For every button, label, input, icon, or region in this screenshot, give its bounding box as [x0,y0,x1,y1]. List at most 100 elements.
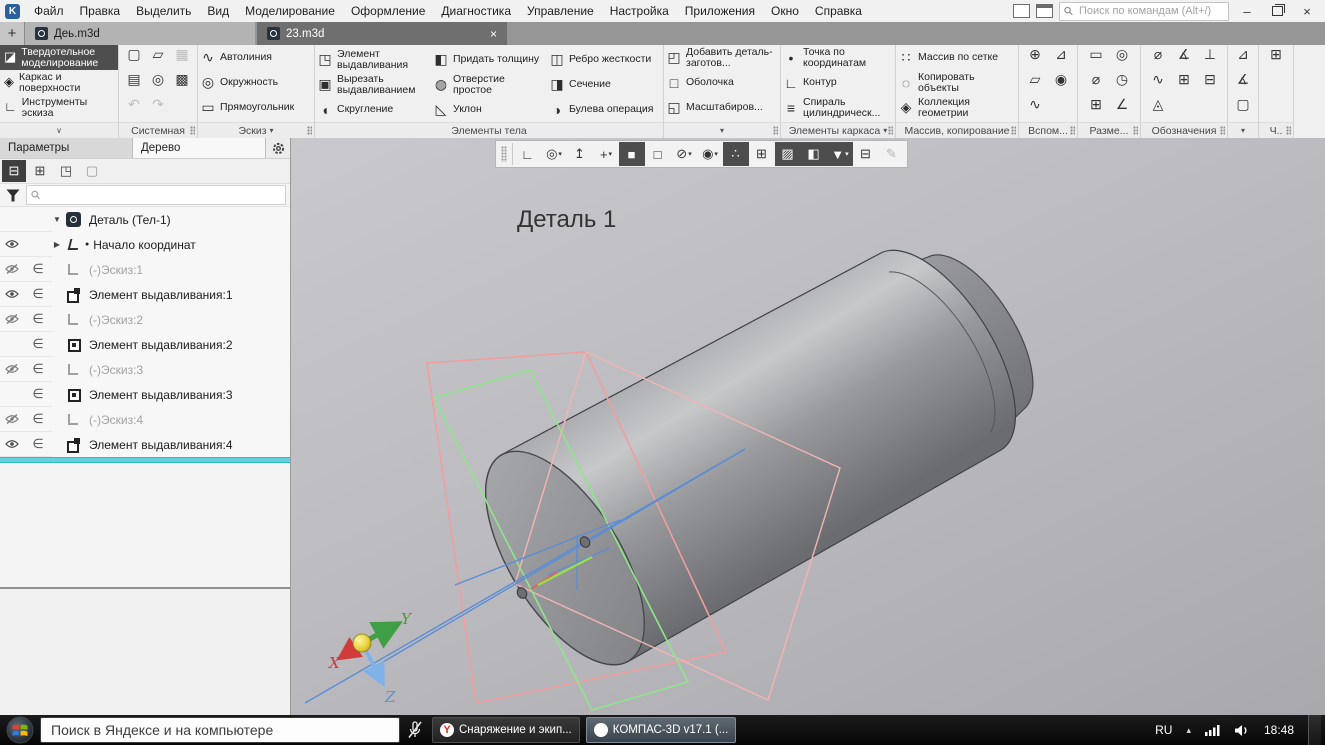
viewport-tool-button[interactable]: ◉ ▾ [697,142,723,166]
language-indicator[interactable]: RU [1155,723,1172,737]
viewport-tool-button[interactable]: ↥ [567,142,593,166]
ribbon-tool[interactable]: □ Оболочка [666,70,734,95]
caret-down-icon[interactable]: ▾ [1241,126,1245,135]
tab-tree[interactable]: Дерево [133,138,265,158]
system-tool-icon[interactable]: ▢ [122,46,146,63]
system-tool-icon[interactable]: ↷ [146,96,170,113]
visibility-toggle[interactable] [0,382,24,407]
aux-tool-icon[interactable]: ⊕ [1022,46,1048,63]
notation-tool-icon[interactable]: ⊞ [1171,71,1197,88]
tray-expand-icon[interactable]: ▴ [1186,725,1191,736]
tree-row[interactable]: ▶ ● Начало координат [0,232,290,257]
grip-icon[interactable] [1286,126,1291,135]
menu-item[interactable]: Настройка [602,2,677,20]
viewport-tool-button[interactable]: ■ [619,142,645,166]
caret-down-icon[interactable]: ▾ [609,150,613,158]
dimension-tool-icon[interactable]: ◎ [1109,46,1135,63]
parts-tool-icon[interactable]: ⊞ [1263,46,1289,63]
start-button[interactable] [6,716,34,744]
notation-tool-icon[interactable]: ∿ [1145,71,1171,88]
menu-item[interactable]: Диагностика [433,2,519,20]
grip-icon[interactable] [1133,126,1138,135]
condition-tool-icon[interactable]: ∡ [1230,71,1256,88]
system-tool-icon[interactable]: ▤ [122,71,146,88]
viewport[interactable]: X Y Z Деталь 1 ∟ ◎ ▾ ↥ [291,138,1325,715]
dimension-tool-icon[interactable]: ⊞ [1083,96,1109,113]
condition-tool-icon[interactable]: ▢ [1230,96,1256,113]
menu-item[interactable]: Справка [807,2,870,20]
ribbon-tool[interactable]: ◈ Коллекция геометрии [898,95,1016,120]
ribbon-tool[interactable]: ◫ Ребро жесткости [549,47,661,72]
menu-item[interactable]: Файл [26,2,72,20]
ribbon-tool[interactable]: ▭ Прямоугольник [200,95,294,120]
tree-search-box[interactable] [26,185,286,205]
tree-structure-view-button[interactable]: ⊟ [2,160,26,182]
viewport-tool-button[interactable]: + ▾ [593,142,619,166]
collapse-chevron-icon[interactable]: ∨ [56,126,62,135]
viewport-tool-button[interactable]: ⊟ [853,142,879,166]
ribbon-tool[interactable]: • Точка по координатам [783,45,893,70]
viewport-tool-button[interactable]: ▨ [775,142,801,166]
network-icon[interactable] [1205,724,1221,736]
viewport-tool-button[interactable]: ⊘ ▾ [671,142,697,166]
grip-icon[interactable] [1220,126,1225,135]
tree-row[interactable]: ∈ Элемент выдавливания:4 [0,432,290,457]
menu-item[interactable]: Оформление [343,2,433,20]
ribbon-tool[interactable]: ◑ Булева операция [549,97,661,122]
notation-tool-icon[interactable]: ◬ [1145,96,1171,113]
visibility-toggle[interactable] [0,307,24,332]
microphone-muted-icon[interactable] [404,717,426,743]
system-tool-icon[interactable]: ◎ [146,71,170,88]
caret-down-icon[interactable]: ▾ [558,150,562,158]
notation-tool-icon[interactable]: ⌀ [1145,46,1171,63]
ribbon-tool[interactable]: ∷ Массив по сетке [898,45,998,70]
menu-item[interactable]: Моделирование [237,2,343,20]
viewport-tool-button[interactable]: ◎ ▾ [541,142,567,166]
tab-parameters[interactable]: Параметры [0,138,133,158]
document-tab[interactable]: Деь.m3d [25,22,255,45]
ribbon-tool[interactable]: ◎ Окружность [200,70,278,95]
system-tool-icon[interactable]: ▩ [170,71,194,88]
ribbon-tool[interactable]: ◧ Придать толщину [433,47,545,72]
menu-item[interactable]: Приложения [677,2,763,20]
tree-row[interactable]: ∈ (-)Эскиз:3 [0,357,290,382]
filter-button[interactable] [0,184,26,206]
caret-down-icon[interactable]: ▾ [845,150,849,158]
ribbon-tool[interactable]: ◍ Отверстие простое [433,72,545,97]
menu-item[interactable]: Управление [519,2,602,20]
dimension-tool-icon[interactable]: ∠ [1109,96,1135,113]
system-tool-icon[interactable]: ▦ [170,46,194,63]
dimension-tool-icon[interactable]: ◷ [1109,71,1135,88]
aux-tool-icon[interactable]: ◉ [1048,71,1074,88]
restore-button[interactable] [1265,2,1289,20]
expand-caret[interactable]: ▼ [52,215,62,224]
grip-icon[interactable] [1011,126,1016,135]
tab-close-icon[interactable]: × [490,27,497,41]
tree-row[interactable]: ∈ Элемент выдавливания:2 [0,332,290,357]
system-tool-icon[interactable]: ▱ [146,46,170,63]
viewport-tool-button[interactable]: ⊞ [749,142,775,166]
dimension-tool-icon[interactable]: ⌀ [1083,71,1109,88]
command-search[interactable] [1059,2,1229,21]
ribbon-tool[interactable]: ◖ Скругление [317,97,429,122]
tree-row[interactable]: ▼ Деталь (Тел-1) [0,207,290,232]
layout-single-icon[interactable] [1013,4,1030,18]
tree-row[interactable]: ∈ (-)Эскиз:2 [0,307,290,332]
caret-down-icon[interactable]: ▾ [270,126,274,135]
ribbon-mode-button[interactable]: ◪ Твердотельное моделирование [0,45,118,70]
caret-down-icon[interactable]: ▾ [720,126,724,135]
volume-icon[interactable] [1235,724,1250,737]
taskbar-search-box[interactable]: Поиск в Яндексе и на компьютере [40,717,400,743]
menu-item[interactable]: Выделить [128,2,199,20]
condition-tool-icon[interactable]: ⊿ [1230,46,1256,63]
tree-composition-button[interactable]: ◳ [54,160,78,182]
aux-tool-icon[interactable]: ▱ [1022,71,1048,88]
visibility-toggle[interactable] [0,407,24,432]
notation-tool-icon[interactable]: ⊥ [1197,46,1223,63]
visibility-toggle[interactable] [0,332,24,357]
caret-down-icon[interactable]: ▾ [688,150,692,158]
viewport-tool-button[interactable]: ◧ [801,142,827,166]
tree-row[interactable]: ∈ (-)Эскиз:4 [0,407,290,432]
visibility-toggle[interactable] [0,432,24,457]
viewport-tool-button[interactable]: □ [645,142,671,166]
